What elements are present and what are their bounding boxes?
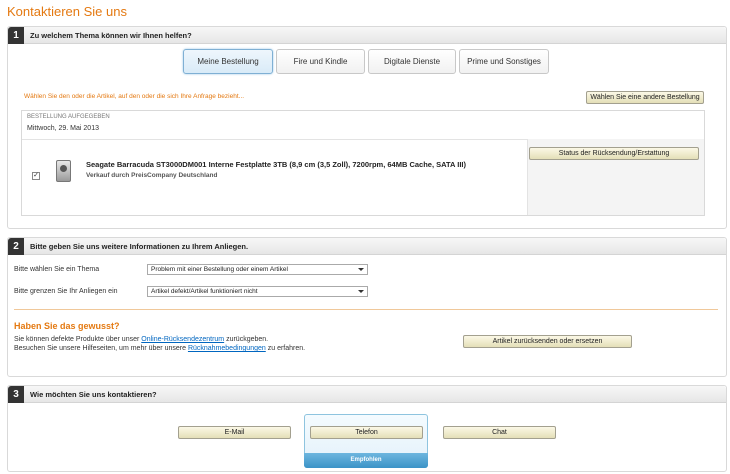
narrow-select-value: Artikel defekt/Artikel funktioniert nich… [151,288,258,295]
text: Sie können defekte Produkte über unser [14,336,142,343]
text: Besuchen Sie unsere Hilfeseiten, um mehr… [14,345,188,352]
order-date: Mittwoch, 29. Mai 2013 [27,125,99,132]
tab-digital-services[interactable]: Digitale Dienste [368,49,456,74]
return-policy-link[interactable]: Rücknahmebedingungen [188,345,266,352]
chat-button[interactable]: Chat [443,426,556,439]
other-order-button[interactable]: Wählen Sie eine andere Bestellung [586,91,704,104]
product-title[interactable]: Seagate Barracuda ST3000DM001 Interne Fe… [86,160,466,169]
tab-fire-kindle[interactable]: Fire und Kindle [276,49,365,74]
did-you-know-line1: Sie können defekte Produkte über unser O… [14,336,268,343]
section-number: 1 [8,27,24,44]
order-placed-label: BESTELLUNG AUFGEGEBEN [27,114,110,120]
email-button[interactable]: E-Mail [178,426,291,439]
tab-my-order[interactable]: Meine Bestellung [183,49,273,74]
did-you-know-line2: Besuchen Sie unsere Hilfeseiten, um mehr… [14,345,305,352]
section-header: 1 Zu welchem Thema können wir Ihnen helf… [8,27,726,44]
section-header: 2 Bitte geben Sie uns weitere Informatio… [8,238,726,255]
section-title: Wie möchten Sie uns kontaktieren? [30,390,157,399]
chevron-down-icon [358,268,364,271]
topic-label: Bitte wählen Sie ein Thema [14,266,100,273]
chevron-down-icon [358,290,364,293]
text: zurückgeben. [224,336,269,343]
section-title: Bitte geben Sie uns weitere Informatione… [30,242,249,251]
did-you-know-title: Haben Sie das gewusst? [14,321,120,331]
section-number: 2 [8,238,24,255]
section-details: 2 Bitte geben Sie uns weitere Informatio… [7,237,727,377]
return-replace-button[interactable]: Artikel zurücksenden oder ersetzen [463,335,632,348]
hard-drive-icon [56,160,71,182]
topic-select[interactable]: Problem mit einer Bestellung oder einem … [147,264,368,275]
select-items-hint: Wählen Sie den oder die Artikel, auf den… [24,93,245,100]
section-title: Zu welchem Thema können wir Ihnen helfen… [30,31,192,40]
orange-divider [14,309,718,310]
narrow-select[interactable]: Artikel defekt/Artikel funktioniert nich… [147,286,368,297]
recommended-badge: Empfohlen [304,453,428,468]
page-title: Kontaktieren Sie uns [7,4,127,19]
section-header: 3 Wie möchten Sie uns kontaktieren? [8,386,726,403]
return-status-button[interactable]: Status der Rücksendung/Erstattung [529,147,699,160]
section-number: 3 [8,386,24,403]
topic-select-value: Problem mit einer Bestellung oder einem … [151,266,288,273]
product-seller: Verkauf durch PreisCompany Deutschland [86,172,218,179]
phone-button[interactable]: Telefon [310,426,423,439]
online-return-center-link[interactable]: Online-Rücksendezentrum [141,336,224,343]
text: zu erfahren. [265,345,306,352]
item-checkbox[interactable]: ✓ [32,172,40,180]
tab-prime-other[interactable]: Prime und Sonstiges [459,49,549,74]
narrow-label: Bitte grenzen Sie Ihr Anliegen ein [14,288,118,295]
